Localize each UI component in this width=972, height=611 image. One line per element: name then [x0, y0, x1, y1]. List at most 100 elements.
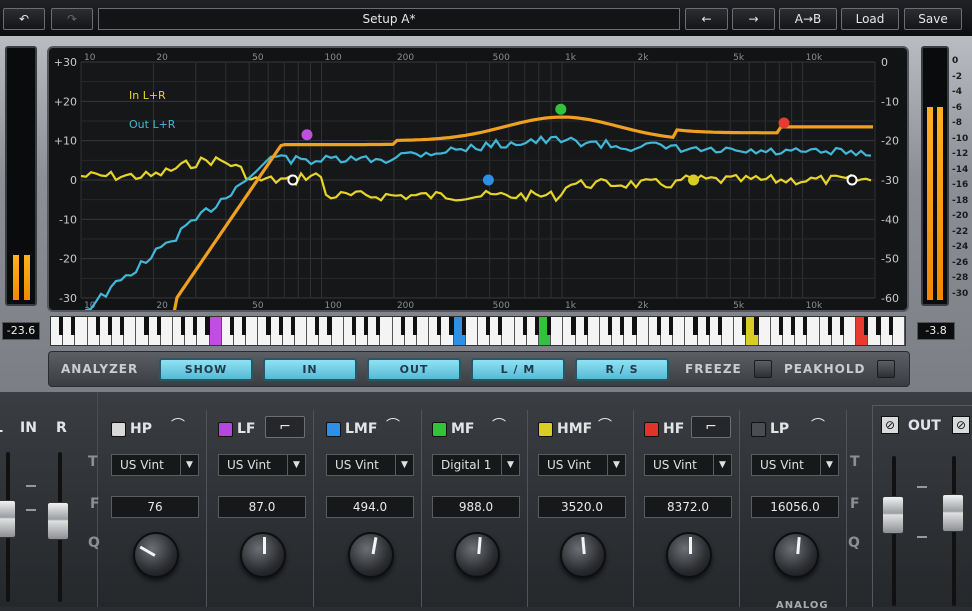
mf-node[interactable] — [555, 103, 567, 115]
load-button[interactable]: Load — [841, 8, 899, 30]
output-scale-tick: -6 — [952, 102, 962, 113]
eq-graph[interactable]: 10 10 20 20 50 50 100 100 200 200 500 500 1k 1k 2k 2k 5k… — [47, 46, 909, 312]
hf-node[interactable] — [778, 117, 790, 129]
output-right-fader[interactable] — [942, 494, 964, 532]
band-type-select[interactable]: US Vint ▼ — [751, 454, 839, 476]
out-button[interactable]: OUT — [367, 358, 461, 381]
band-type-select[interactable]: US Vint ▼ — [111, 454, 199, 476]
lm-button[interactable]: L / M — [471, 358, 565, 381]
piano-white-key[interactable] — [209, 317, 222, 345]
piano-white-key[interactable] — [673, 317, 686, 345]
piano-white-key[interactable] — [75, 317, 88, 345]
band-frequency-field[interactable]: 87.0 — [218, 496, 306, 518]
band-frequency-field[interactable]: 988.0 — [432, 496, 520, 518]
band-enable-toggle[interactable] — [432, 421, 447, 437]
band-frequency-field[interactable]: 8372.0 — [644, 496, 732, 518]
band-shape-icon[interactable]: ⌒ — [479, 416, 519, 438]
hmf-node[interactable] — [688, 174, 700, 186]
save-button[interactable]: Save — [904, 8, 962, 30]
piano-white-key[interactable] — [380, 317, 393, 345]
band-header: HP — [111, 418, 152, 440]
band-enable-toggle[interactable] — [111, 421, 126, 437]
band-q-knob[interactable] — [133, 532, 179, 578]
band-enable-toggle[interactable] — [751, 421, 766, 437]
band-type-select[interactable]: US Vint ▼ — [218, 454, 306, 476]
output-scale-tick: -14 — [952, 164, 969, 175]
piano-white-key[interactable] — [160, 317, 173, 345]
piano-white-key[interactable] — [246, 317, 259, 345]
band-shape-icon[interactable]: ⌐ — [691, 416, 731, 438]
piano-white-key[interactable] — [331, 317, 344, 345]
band-enable-toggle[interactable] — [218, 421, 233, 437]
lp-node[interactable] — [846, 174, 858, 186]
output-link-left-icon[interactable]: ⊘ — [881, 416, 899, 434]
band-shape-icon[interactable]: ⌒ — [158, 416, 198, 438]
input-left-fader[interactable] — [0, 500, 16, 538]
piano-white-key[interactable] — [807, 317, 820, 345]
piano-white-key[interactable] — [465, 317, 478, 345]
piano-keyboard[interactable] — [50, 316, 906, 346]
undo-button[interactable]: ↶ — [3, 8, 45, 30]
setup-name-display[interactable]: Setup A* — [98, 8, 680, 30]
redo-button[interactable]: ↷ — [51, 8, 93, 30]
piano-white-key[interactable] — [892, 317, 905, 345]
band-q-knob[interactable] — [348, 532, 394, 578]
band-shape-icon[interactable]: ⌒ — [798, 416, 838, 438]
piano-white-key[interactable] — [636, 317, 649, 345]
hp-node[interactable] — [287, 174, 299, 186]
piano-white-key[interactable] — [844, 317, 857, 345]
band-shape-icon[interactable]: ⌐ — [265, 416, 305, 438]
rs-button[interactable]: R / S — [575, 358, 669, 381]
piano-white-key[interactable] — [722, 317, 735, 345]
piano-white-key[interactable] — [758, 317, 771, 345]
y-tick-left: +30 — [54, 56, 77, 69]
piano-white-key[interactable] — [295, 317, 308, 345]
band-frequency-field[interactable]: 3520.0 — [538, 496, 626, 518]
freq-row-label: F — [90, 496, 100, 512]
band-type-select[interactable]: US Vint ▼ — [538, 454, 626, 476]
band-enable-toggle[interactable] — [644, 421, 659, 437]
input-meter — [5, 46, 37, 306]
eq-graph-canvas[interactable]: 1010202050501001002002005005001k1k2k2k5k… — [49, 48, 907, 310]
output-level-readout: -3.8 — [917, 322, 955, 340]
input-right-fader[interactable] — [47, 502, 69, 540]
peakhold-checkbox[interactable] — [877, 360, 895, 378]
band-q-knob[interactable] — [240, 532, 286, 578]
in-button[interactable]: IN — [263, 358, 357, 381]
band-shape-icon[interactable]: ⌒ — [373, 416, 413, 438]
piano-white-key[interactable] — [551, 317, 564, 345]
x-tick-bottom: 2k — [637, 301, 649, 310]
next-setup-button[interactable]: → — [732, 8, 775, 30]
y-tick-right: -30 — [881, 174, 899, 187]
band-q-knob[interactable] — [666, 532, 712, 578]
piano-white-key[interactable] — [502, 317, 515, 345]
band-shape-icon[interactable]: ⌒ — [585, 416, 625, 438]
output-link-right-icon[interactable]: ⊘ — [952, 416, 970, 434]
band-q-knob[interactable] — [560, 532, 606, 578]
band-type-select[interactable]: US Vint ▼ — [326, 454, 414, 476]
freeze-checkbox[interactable] — [754, 360, 772, 378]
show-button[interactable]: SHOW — [159, 358, 253, 381]
band-enable-toggle[interactable] — [538, 421, 553, 437]
prev-setup-button[interactable]: ← — [685, 8, 728, 30]
lf-node[interactable] — [301, 129, 313, 141]
y-tick-right: -10 — [881, 95, 899, 108]
band-frequency-field[interactable]: 494.0 — [326, 496, 414, 518]
lmf-node[interactable] — [482, 174, 494, 186]
piano-white-key[interactable] — [124, 317, 137, 345]
output-scale-tick: -28 — [952, 273, 969, 283]
band-q-knob[interactable] — [773, 532, 819, 578]
band-name: MF — [451, 421, 475, 437]
band-enable-toggle[interactable] — [326, 421, 341, 437]
band-frequency-field[interactable]: 76 — [111, 496, 199, 518]
piano-white-key[interactable] — [417, 317, 430, 345]
output-left-fader[interactable] — [882, 496, 904, 534]
band-type-select[interactable]: US Vint ▼ — [644, 454, 732, 476]
band-type-select[interactable]: Digital 1 ▼ — [432, 454, 520, 476]
x-tick-bottom: 10k — [806, 301, 823, 310]
band-q-knob[interactable] — [454, 532, 500, 578]
band-frequency-field[interactable]: 16056.0 — [751, 496, 839, 518]
a-to-b-button[interactable]: A→B — [779, 8, 837, 30]
piano-white-key[interactable] — [905, 317, 906, 346]
piano-white-key[interactable] — [587, 317, 600, 345]
